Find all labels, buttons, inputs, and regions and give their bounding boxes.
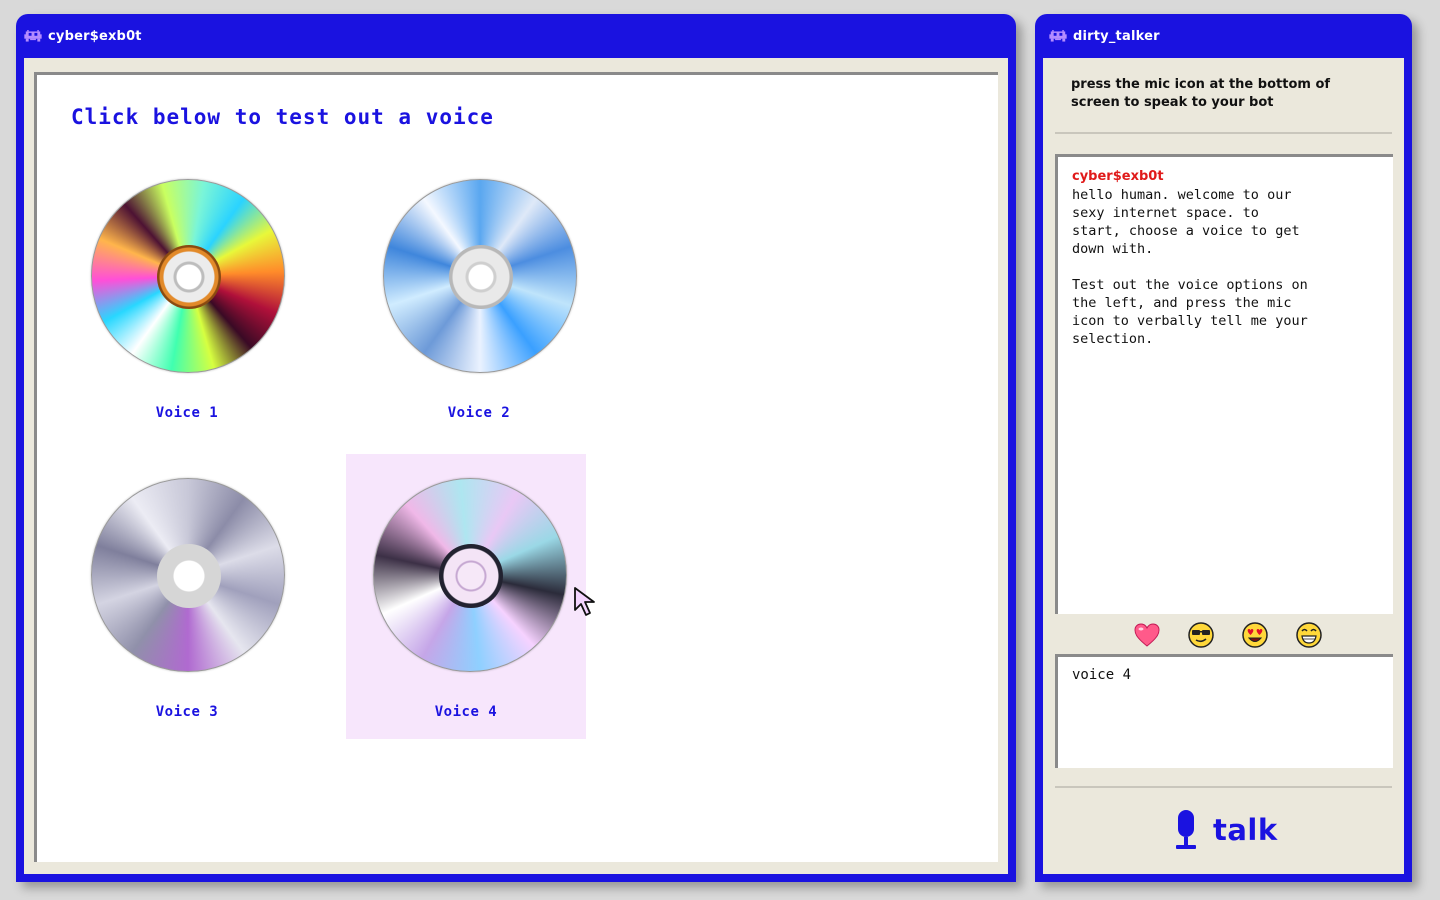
voice-window-body: Click below to test out a voice Voice 1 … (24, 58, 1008, 874)
bot-message: hello human. welcome to our sexy interne… (1072, 187, 1308, 347)
alien-icon (1049, 29, 1067, 42)
voice-label: Voice 1 (155, 405, 219, 421)
chat-window-titlebar[interactable]: dirty_talker (1035, 14, 1412, 58)
cool-face-icon[interactable] (1187, 621, 1215, 649)
chat-log[interactable]: cyber$exb0t hello human. welcome to our … (1055, 154, 1393, 614)
chat-window-title: dirty_talker (1073, 28, 1160, 44)
voice-label: Voice 2 (447, 405, 511, 421)
voice-label: Voice 4 (434, 704, 498, 720)
chat-window: dirty_talker press the mic icon at the b… (1035, 14, 1412, 882)
microphone-icon (1176, 810, 1196, 849)
divider (1055, 132, 1392, 134)
voice-window-titlebar[interactable]: cyber$exb0t (16, 14, 1016, 58)
cd-disc-icon (91, 478, 285, 672)
voice-window: cyber$exb0t Click below to test out a vo… (16, 14, 1016, 882)
alien-icon (24, 29, 42, 42)
divider (1055, 786, 1392, 788)
instruction-text: press the mic icon at the bottom of scre… (1071, 77, 1331, 110)
voice-window-title: cyber$exb0t (48, 28, 142, 44)
page-title: Click below to test out a voice (71, 105, 494, 129)
chat-window-body: press the mic icon at the bottom of scre… (1043, 58, 1404, 874)
voice-option-1[interactable]: Voice 1 (67, 155, 307, 440)
grin-face-icon[interactable] (1295, 621, 1323, 649)
message-input[interactable]: voice 4 (1055, 654, 1393, 768)
heart-icon[interactable] (1133, 621, 1161, 649)
cd-disc-icon (91, 179, 285, 373)
emoji-bar (1133, 620, 1323, 650)
voice-option-2[interactable]: Voice 2 (359, 155, 599, 440)
voice-selection-pane: Click below to test out a voice Voice 1 … (34, 72, 998, 862)
mouse-pointer-icon (574, 587, 595, 616)
heart-eyes-face-icon[interactable] (1241, 621, 1269, 649)
voice-option-4[interactable]: Voice 4 (346, 454, 586, 739)
cd-disc-icon (373, 478, 567, 672)
cd-disc-icon (383, 179, 577, 373)
talk-label: talk (1213, 813, 1278, 847)
voice-option-3[interactable]: Voice 3 (67, 454, 307, 739)
bot-name: cyber$exb0t (1072, 169, 1164, 184)
talk-button[interactable]: talk (1173, 806, 1278, 854)
voice-label: Voice 3 (155, 704, 219, 720)
